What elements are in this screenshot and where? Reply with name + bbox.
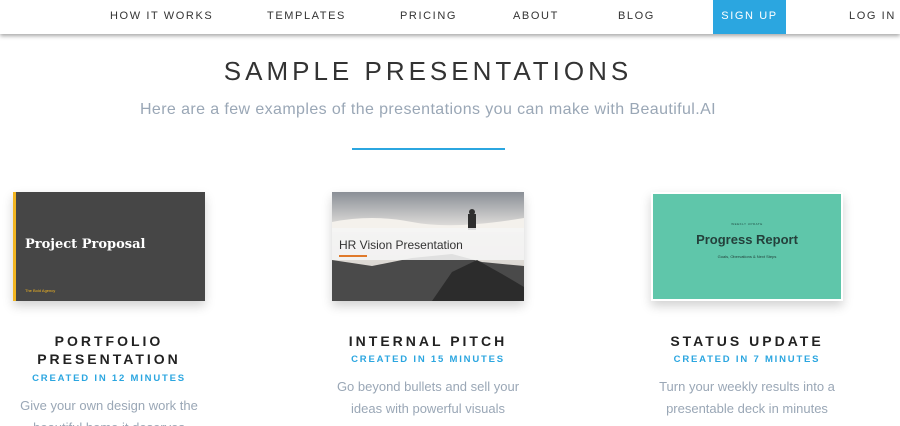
- card-desc-portfolio: Give your own design work the beautiful …: [20, 398, 198, 426]
- slide-footer: The Bold Agency: [25, 288, 56, 293]
- card-meta-portfolio: CREATED IN 12 MINUTES: [32, 373, 186, 384]
- nav-blog[interactable]: BLOG: [618, 0, 655, 34]
- sign-up-button[interactable]: SIGN UP: [713, 0, 786, 34]
- card-meta-status-update: CREATED IN 7 MINUTES: [673, 354, 821, 365]
- accent-bar: [13, 192, 16, 301]
- card-meta-internal-pitch: CREATED IN 15 MINUTES: [351, 354, 505, 365]
- slide-title: Project Proposal: [25, 237, 146, 252]
- slide-title: Progress Report: [696, 232, 798, 247]
- top-nav: HOW IT WORKS TEMPLATES PRICING ABOUT BLO…: [0, 0, 900, 34]
- slide-kicker: WEEKLY UPDATE: [731, 222, 763, 226]
- internal-pitch-thumbnail[interactable]: HR Vision Presentation: [332, 192, 524, 301]
- page-title: SAMPLE PRESENTATIONS: [223, 56, 633, 86]
- card-desc-internal-pitch: Go beyond bullets and sell your ideas wi…: [336, 379, 520, 416]
- portfolio-presentation-thumbnail[interactable]: Project Proposal The Bold Agency: [13, 192, 205, 301]
- card-title-internal-pitch[interactable]: INTERNAL PITCH: [330, 332, 526, 350]
- nav-how-it-works[interactable]: HOW IT WORKS: [110, 0, 213, 34]
- nav-about[interactable]: ABOUT: [513, 0, 559, 34]
- page-subtitle: Here are a few examples of the presentat…: [139, 101, 717, 118]
- card-title-portfolio[interactable]: PORTFOLIO PRESENTATION: [9, 332, 209, 368]
- card-title-status-update[interactable]: STATUS UPDATE: [649, 332, 845, 350]
- title-underline: [339, 255, 367, 257]
- nav-pricing[interactable]: PRICING: [400, 0, 457, 34]
- log-in-link[interactable]: LOG IN: [849, 0, 896, 34]
- card-desc-status-update: Turn your weekly results into a presenta…: [659, 379, 835, 416]
- slide-title: HR Vision Presentation: [339, 238, 463, 252]
- nav-templates[interactable]: TEMPLATES: [267, 0, 346, 34]
- status-update-thumbnail[interactable]: WEEKLY UPDATE Progress Report Goals, Obe…: [651, 192, 843, 301]
- section-divider: [352, 148, 505, 150]
- slide-subtitle: Goals, Obervations & Next Steps: [717, 254, 777, 259]
